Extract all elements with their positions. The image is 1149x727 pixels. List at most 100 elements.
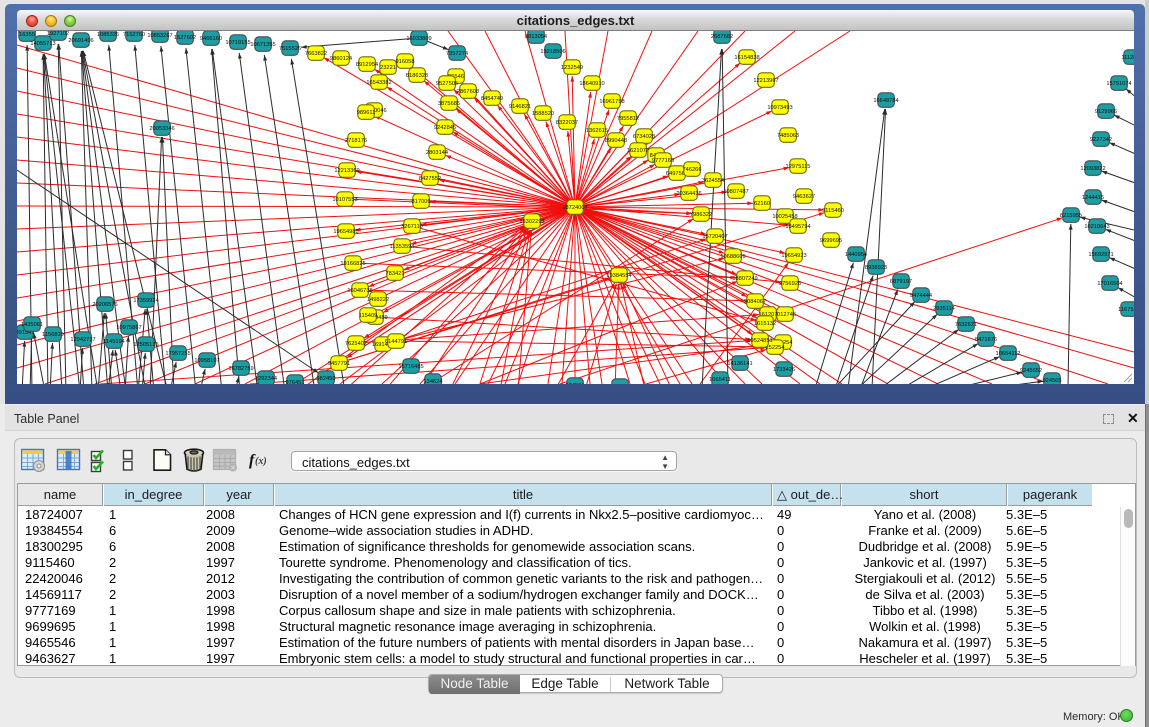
svg-text:20691406: 20691406 — [68, 38, 93, 44]
svg-text:23221: 23221 — [380, 65, 396, 71]
svg-text:9474444: 9474444 — [910, 293, 932, 299]
svg-text:19654985: 19654985 — [333, 229, 358, 235]
svg-text:1621072: 1621072 — [627, 148, 649, 154]
svg-text:9527505: 9527505 — [436, 81, 458, 87]
svg-text:20206576: 20206576 — [92, 302, 117, 308]
svg-text:7485063: 7485063 — [777, 133, 799, 139]
svg-text:15751074: 15751074 — [1106, 81, 1131, 87]
svg-text:924565: 924565 — [1043, 378, 1062, 384]
svg-text:134624: 134624 — [424, 379, 443, 384]
svg-text:9227342: 9227342 — [1090, 137, 1112, 143]
svg-text:2718176: 2718176 — [345, 138, 367, 144]
svg-text:25302293: 25302293 — [519, 219, 544, 225]
svg-text:9146821: 9146821 — [509, 104, 531, 110]
svg-text:982450: 982450 — [317, 376, 336, 382]
svg-text:10107553: 10107553 — [332, 197, 357, 203]
svg-text:(x): (x) — [255, 456, 267, 467]
svg-text:6144791: 6144791 — [385, 339, 407, 345]
svg-text:1085326: 1085326 — [97, 32, 119, 38]
svg-text:16033809: 16033809 — [406, 36, 431, 42]
svg-text:62160: 62160 — [754, 201, 770, 207]
svg-text:2803144: 2803144 — [426, 150, 448, 156]
svg-text:7625402: 7625402 — [345, 341, 367, 347]
svg-text:15716485: 15716485 — [398, 364, 423, 370]
svg-text:16154838: 16154838 — [734, 55, 759, 61]
svg-text:7663822: 7663822 — [305, 51, 327, 57]
svg-text:7986322: 7986322 — [690, 212, 712, 218]
svg-text:8322037: 8322037 — [556, 120, 578, 126]
svg-text:19654923: 19654923 — [781, 253, 806, 259]
svg-text:1927102: 1927102 — [47, 31, 69, 37]
svg-text:7955812: 7955812 — [617, 116, 639, 122]
svg-text:10807487: 10807487 — [723, 189, 748, 195]
svg-text:916058: 916058 — [396, 59, 415, 65]
svg-text:10671355: 10671355 — [250, 42, 275, 48]
svg-text:783421: 783421 — [386, 271, 405, 277]
svg-text:1615132: 1615132 — [754, 321, 776, 327]
svg-text:19384554: 19384554 — [606, 273, 631, 279]
svg-text:16961758: 16961758 — [599, 99, 624, 105]
svg-text:8813054: 8813054 — [525, 34, 547, 40]
svg-text:19524851: 19524851 — [747, 338, 772, 344]
svg-text:16355: 16355 — [19, 32, 35, 38]
svg-text:1292344: 1292344 — [255, 376, 277, 382]
svg-text:1232549: 1232549 — [561, 65, 583, 71]
svg-text:6734028: 6734028 — [633, 134, 655, 140]
svg-text:9777169: 9777169 — [652, 158, 674, 164]
svg-text:8454749: 8454749 — [481, 96, 503, 102]
svg-text:17016504: 17016504 — [1097, 281, 1122, 287]
svg-text:15692971: 15692971 — [1088, 252, 1113, 258]
svg-text:3624554: 3624554 — [702, 178, 724, 184]
svg-text:1440954: 1440954 — [845, 252, 867, 258]
svg-text:10688609: 10688609 — [720, 254, 745, 260]
svg-text:10654112: 10654112 — [996, 351, 1021, 357]
svg-text:12505135: 12505135 — [133, 342, 158, 348]
svg-text:2935114: 2935114 — [933, 306, 955, 312]
svg-text:9115460: 9115460 — [822, 208, 844, 214]
svg-text:1733426: 1733426 — [773, 367, 795, 373]
svg-text:2867608: 2867608 — [457, 89, 479, 95]
svg-text:8990448: 8990448 — [605, 138, 627, 144]
svg-text:16210643: 16210643 — [1084, 224, 1109, 230]
svg-text:115409: 115409 — [359, 313, 378, 319]
svg-text:1065411: 1065411 — [709, 377, 731, 383]
svg-text:10958107: 10958107 — [194, 358, 219, 364]
svg-text:9463627: 9463627 — [793, 194, 815, 200]
svg-text:20053346: 20053346 — [149, 126, 174, 132]
svg-text:8186328: 8186328 — [406, 73, 428, 79]
svg-text:2687682: 2687682 — [711, 34, 733, 40]
svg-text:7632621: 7632621 — [955, 322, 977, 328]
svg-text:9457791: 9457791 — [328, 361, 350, 367]
svg-text:8912954: 8912954 — [356, 62, 378, 68]
svg-text:8938923: 8938923 — [865, 265, 887, 271]
svg-text:1156829: 1156829 — [42, 332, 64, 338]
svg-text:1145194: 1145194 — [103, 339, 125, 345]
svg-text:9242845: 9242845 — [434, 125, 456, 131]
svg-text:6879197: 6879197 — [890, 279, 912, 285]
svg-text:7515526: 7515526 — [279, 46, 301, 52]
svg-text:8215955: 8215955 — [1060, 213, 1082, 219]
svg-text:9129966: 9129966 — [1095, 109, 1117, 115]
svg-text:18807249: 18807249 — [732, 276, 757, 282]
svg-text:16543382: 16543382 — [366, 80, 391, 86]
svg-text:10719155: 10719155 — [225, 40, 250, 46]
svg-text:11353594: 11353594 — [390, 244, 415, 250]
svg-text:9466160: 9466160 — [200, 36, 222, 42]
svg-text:12975115: 12975115 — [786, 164, 811, 170]
svg-text:1244415: 1244415 — [1082, 195, 1104, 201]
svg-text:19166825: 19166825 — [340, 261, 365, 267]
svg-text:18495794: 18495794 — [785, 224, 810, 230]
svg-text:15720407: 15720407 — [702, 234, 727, 240]
svg-text:12093822: 12093822 — [1080, 166, 1105, 172]
svg-text:1588520: 1588520 — [532, 111, 554, 117]
svg-text:12213369: 12213369 — [334, 168, 359, 174]
svg-text:9084067: 9084067 — [744, 299, 766, 305]
svg-text:10853267: 10853267 — [147, 33, 172, 39]
svg-text:1362615: 1362615 — [586, 128, 608, 134]
svg-text:9245652: 9245652 — [1020, 368, 1042, 374]
svg-text:16648784: 16648784 — [873, 98, 898, 104]
svg-text:10975867: 10975867 — [116, 325, 141, 331]
svg-text:1527602: 1527602 — [174, 35, 196, 41]
svg-text:976451: 976451 — [286, 380, 305, 384]
svg-text:1112841: 1112841 — [1121, 55, 1134, 61]
